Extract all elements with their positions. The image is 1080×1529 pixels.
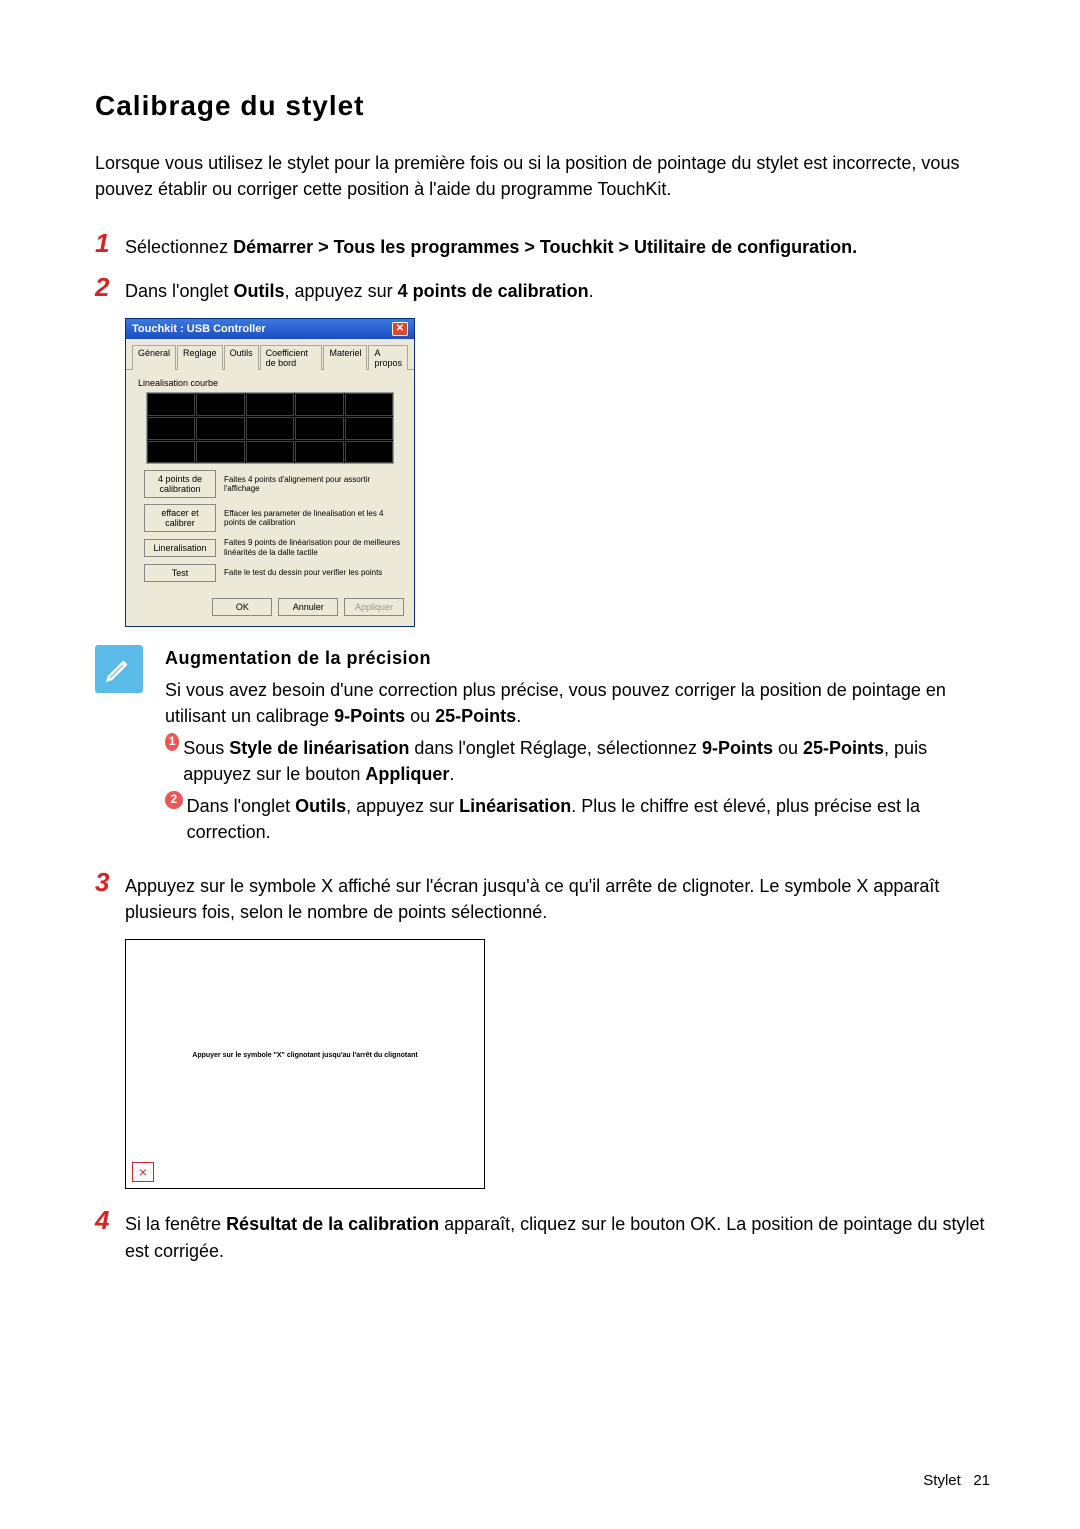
note-title: Augmentation de la précision — [165, 645, 990, 671]
calibration-grid — [146, 392, 394, 464]
step-number: 1 — [95, 230, 125, 260]
circle-2-icon: 2 — [165, 791, 183, 809]
step-number: 4 — [95, 1207, 125, 1263]
tab-coefficient[interactable]: Coefficient de bord — [260, 345, 323, 370]
tab-outils[interactable]: Outils — [224, 345, 259, 370]
intro-text: Lorsque vous utilisez le stylet pour la … — [95, 150, 990, 202]
btn-4points-desc: Faites 4 points d'alignement pour assort… — [224, 475, 402, 494]
step-text: Sélectionnez Démarrer > Tous les program… — [125, 230, 857, 260]
step-2: 2 Dans l'onglet Outils, appuyez sur 4 po… — [95, 274, 990, 304]
btn-test[interactable]: Test — [144, 564, 216, 582]
circle-1-icon: 1 — [165, 733, 179, 751]
calibration-instruction: Appuyer sur le symbole "X" clignotant ju… — [126, 1052, 484, 1059]
step-3: 3 Appuyez sur le symbole X affiché sur l… — [95, 869, 990, 925]
touchkit-dialog: Touchkit : USB Controller ✕ Géneral Regl… — [125, 318, 415, 626]
footer-page: 21 — [973, 1472, 990, 1489]
step-number: 3 — [95, 869, 125, 925]
step-text: Appuyez sur le symbole X affiché sur l'é… — [125, 869, 990, 925]
btn-test-desc: Faite le test du dessin pour verifier le… — [224, 568, 402, 578]
btn-lineralisation[interactable]: Lineralisation — [144, 539, 216, 557]
dialog-tabs: Géneral Reglage Outils Coefficient de bo… — [126, 339, 414, 370]
group-label: Linealisation courbe — [138, 378, 402, 388]
tab-apropos[interactable]: A propos — [368, 345, 408, 370]
btn-effacer-desc: Effacer les parameter de linealisation e… — [224, 509, 402, 528]
dialog-titlebar: Touchkit : USB Controller ✕ — [126, 319, 414, 339]
precision-note: Augmentation de la précision Si vous ave… — [95, 645, 990, 846]
footer-section: Stylet — [923, 1472, 961, 1489]
dialog-body: Linealisation courbe 4 points de calibra… — [126, 370, 414, 591]
x-mark-icon[interactable]: × — [132, 1162, 154, 1182]
calibration-screen: Appuyer sur le symbole "X" clignotant ju… — [125, 939, 485, 1189]
page-title: Calibrage du stylet — [95, 90, 990, 122]
step-number: 2 — [95, 274, 125, 304]
apply-button[interactable]: Appliquer — [344, 598, 404, 616]
note-item-1: 1 Sous Style de linéarisation dans l'ong… — [165, 735, 990, 787]
btn-lineralisation-desc: Faites 9 points de linéarisation pour de… — [224, 538, 402, 557]
ok-button[interactable]: OK — [212, 598, 272, 616]
btn-4points[interactable]: 4 points de calibration — [144, 470, 216, 498]
dialog-title: Touchkit : USB Controller — [132, 323, 266, 335]
tab-reglage[interactable]: Reglage — [177, 345, 223, 370]
tab-materiel[interactable]: Materiel — [323, 345, 367, 370]
page-footer: Stylet 21 — [923, 1472, 990, 1489]
btn-effacer[interactable]: effacer et calibrer — [144, 504, 216, 532]
step-1: 1 Sélectionnez Démarrer > Tous les progr… — [95, 230, 990, 260]
note-body: Augmentation de la précision Si vous ave… — [165, 645, 990, 846]
dialog-actions: OK Annuler Appliquer — [126, 592, 414, 626]
pencil-icon — [95, 645, 143, 693]
step-text: Dans l'onglet Outils, appuyez sur 4 poin… — [125, 274, 594, 304]
tab-general[interactable]: Géneral — [132, 345, 176, 370]
cancel-button[interactable]: Annuler — [278, 598, 338, 616]
step-text: Si la fenêtre Résultat de la calibration… — [125, 1207, 990, 1263]
note-item-2: 2 Dans l'onglet Outils, appuyez sur Liné… — [165, 793, 990, 845]
close-icon[interactable]: ✕ — [392, 322, 408, 336]
step-4: 4 Si la fenêtre Résultat de la calibrati… — [95, 1207, 990, 1263]
